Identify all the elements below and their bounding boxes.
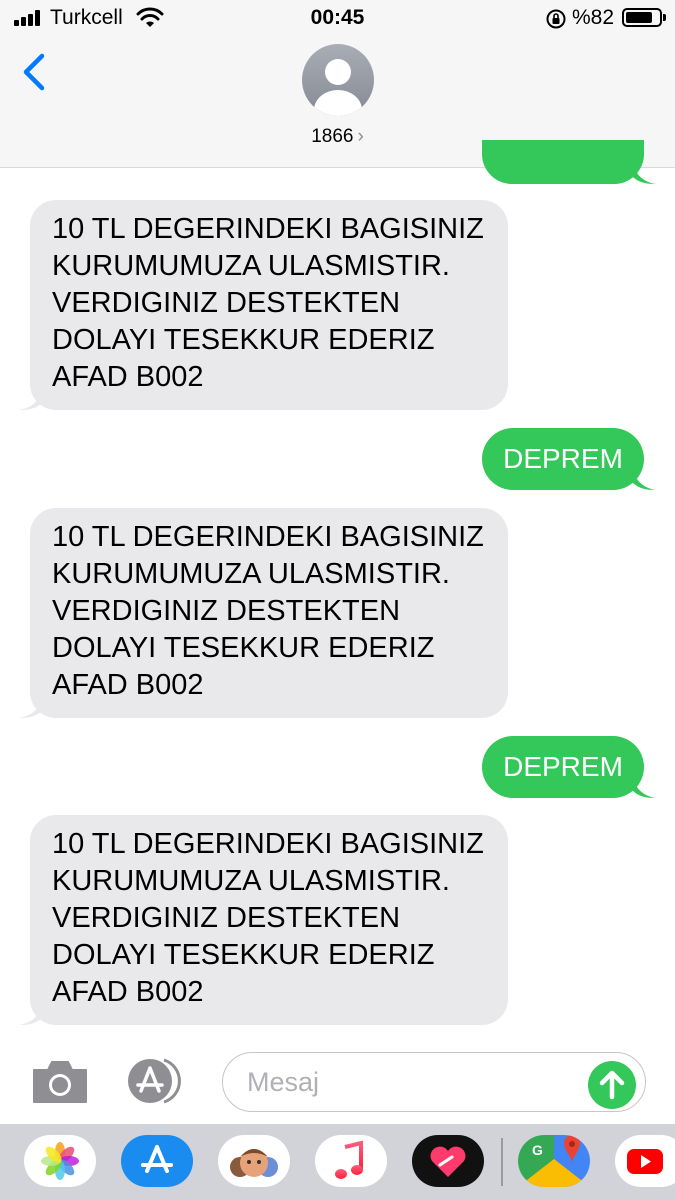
drawer-divider (501, 1138, 503, 1186)
contact-avatar[interactable] (302, 44, 374, 116)
message-text: 10 TL DEGERINDEKI BAGISINIZ KURUMUMUZA U… (52, 521, 484, 701)
orientation-lock-icon (546, 9, 566, 29)
digital-touch-app-icon[interactable] (412, 1135, 484, 1187)
battery-icon (622, 8, 666, 27)
youtube-app-icon[interactable] (615, 1135, 675, 1187)
music-app-icon[interactable] (315, 1135, 387, 1187)
svg-text:G: G (532, 1142, 543, 1158)
google-maps-app-icon[interactable]: G (518, 1135, 590, 1187)
message-bubble-outgoing[interactable]: DEPREM (482, 736, 656, 798)
message-text: 10 TL DEGERINDEKI BAGISINIZ KURUMUMUZA U… (52, 213, 484, 393)
app-store-app-icon[interactable] (121, 1135, 193, 1187)
app-store-icon (128, 1058, 181, 1104)
chevron-right-icon: › (357, 126, 364, 147)
camera-icon (33, 1061, 87, 1103)
camera-button[interactable] (30, 1058, 90, 1106)
message-bubble-outgoing-partial[interactable] (482, 140, 656, 184)
message-text: DEPREM (503, 443, 623, 474)
send-button[interactable] (588, 1061, 636, 1109)
message-bubble-incoming[interactable]: 10 TL DEGERINDEKI BAGISINIZ KURUMUMUZA U… (19, 200, 508, 410)
arrow-up-icon (599, 1070, 625, 1100)
battery-percentage: %82 (572, 6, 615, 29)
app-store-apps-button[interactable] (124, 1056, 190, 1106)
photos-app-icon[interactable] (24, 1135, 96, 1187)
message-text: 10 TL DEGERINDEKI BAGISINIZ KURUMUMUZA U… (52, 828, 484, 1008)
message-input[interactable]: Mesaj (222, 1052, 646, 1112)
chevron-left-icon (23, 53, 45, 91)
message-bubble-outgoing[interactable]: DEPREM (482, 428, 656, 490)
back-button[interactable] (18, 52, 54, 96)
memoji-app-icon[interactable] (218, 1135, 290, 1187)
message-text: DEPREM (503, 751, 623, 782)
message-bubble-incoming[interactable]: 10 TL DEGERINDEKI BAGISINIZ KURUMUMUZA U… (19, 508, 508, 718)
contact-name: 1866 (311, 126, 354, 147)
message-input-placeholder: Mesaj (247, 1067, 320, 1097)
message-bubble-incoming[interactable]: 10 TL DEGERINDEKI BAGISINIZ KURUMUMUZA U… (19, 815, 508, 1025)
status-bar: Turkcell 00:45 %82 (0, 0, 675, 36)
